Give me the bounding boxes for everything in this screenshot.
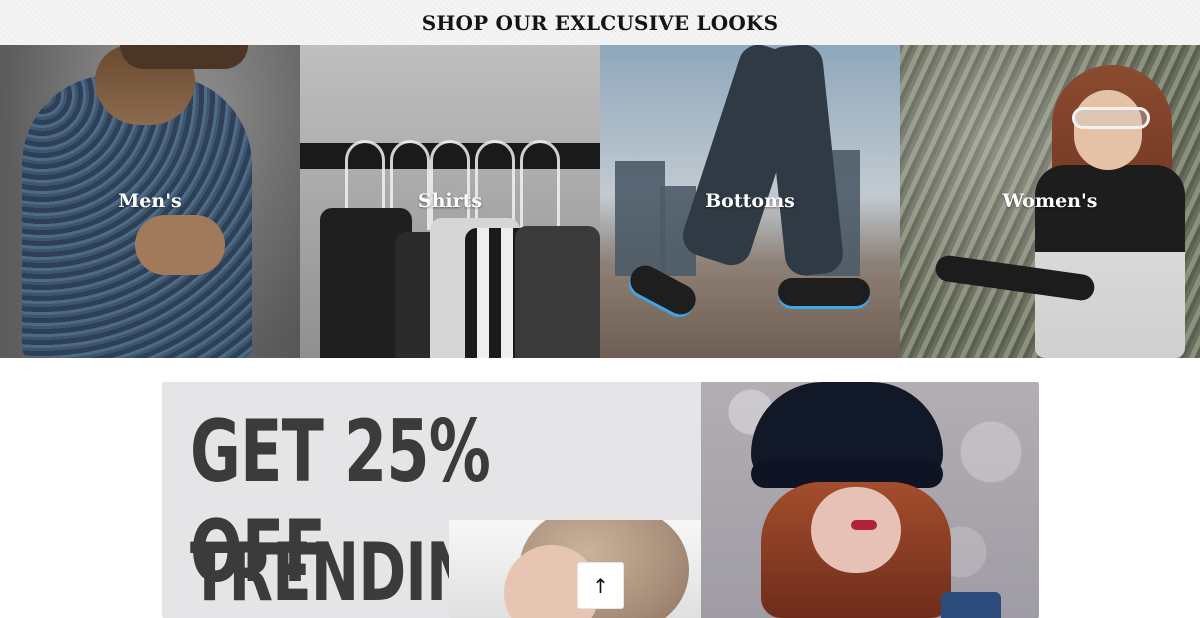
category-label-mens[interactable]: Men's <box>0 190 300 212</box>
bottoms-photo-building <box>615 161 665 276</box>
bottoms-photo-shoe <box>778 278 870 306</box>
category-tile-womens[interactable]: Women's <box>900 45 1200 358</box>
womens-photo-sunglasses <box>1072 107 1150 129</box>
womens-photo-face <box>1074 90 1142 170</box>
shirts-photo-hanger <box>520 140 560 230</box>
arrow-up-icon: ↑ <box>592 573 609 598</box>
promo-model-photo-small <box>449 520 701 618</box>
section-title: SHOP OUR EXLCUSIVE LOOKS <box>421 10 779 35</box>
category-tiles: Men's Shirts Bottoms Women's <box>0 45 1200 358</box>
shirts-photo-garment <box>515 226 600 358</box>
mens-photo-hand <box>135 215 225 275</box>
scroll-to-top-button[interactable]: ↑ <box>577 562 624 609</box>
section-header: SHOP OUR EXLCUSIVE LOOKS <box>0 0 1200 45</box>
category-tile-mens[interactable]: Men's <box>0 45 300 358</box>
promo-model-lips <box>851 520 877 530</box>
category-label-womens[interactable]: Women's <box>900 190 1200 212</box>
promo-model-bag <box>941 592 1001 618</box>
category-tile-bottoms[interactable]: Bottoms <box>600 45 900 358</box>
category-tile-shirts[interactable]: Shirts <box>300 45 600 358</box>
bottoms-photo-leg <box>763 45 845 278</box>
shirts-photo-hanger <box>475 140 515 230</box>
category-label-bottoms[interactable]: Bottoms <box>600 190 900 212</box>
promo-model-photo <box>701 382 1039 618</box>
mens-photo-hat <box>120 45 248 69</box>
category-label-shirts[interactable]: Shirts <box>300 190 600 212</box>
promo-model-face <box>811 487 901 573</box>
shirts-photo-hanger <box>430 140 470 230</box>
